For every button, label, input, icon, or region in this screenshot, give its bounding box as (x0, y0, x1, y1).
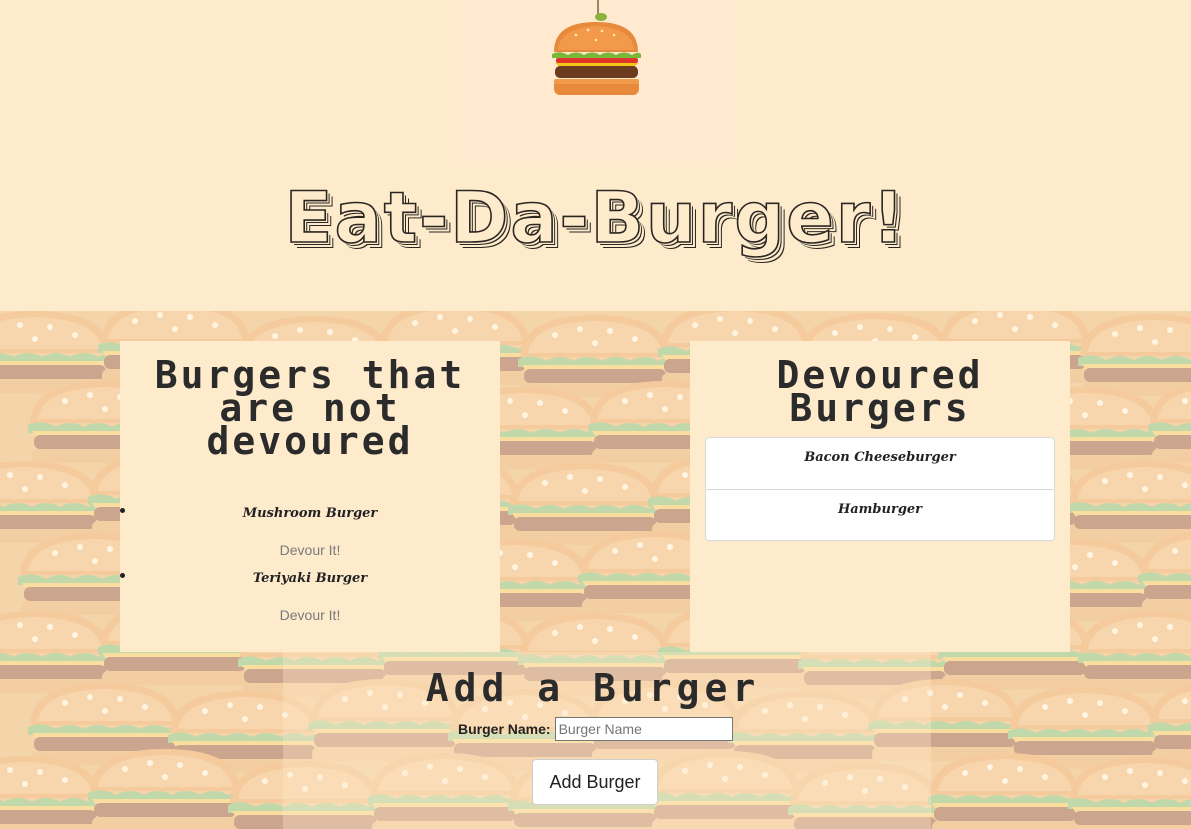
devour-button[interactable]: Devour It! (274, 606, 347, 624)
devoured-list: Bacon Cheeseburger Hamburger (705, 437, 1055, 541)
burger-name: Mushroom Burger (242, 506, 378, 521)
devour-button[interactable]: Devour It! (274, 541, 347, 559)
list-item: Hamburger (706, 489, 1054, 540)
list-item: Teriyaki Burger Devour It! (120, 566, 500, 631)
burger-name-row: Burger Name: (458, 716, 733, 742)
add-burger-heading: Add a Burger (425, 666, 761, 710)
site-title: Eat-Da-Burger! (284, 176, 907, 260)
undevoured-heading: Burgers that are not devoured (154, 353, 466, 463)
undevoured-panel: Burgers that are not devoured Mushroom B… (120, 341, 500, 652)
list-item: Mushroom Burger Devour It! (120, 501, 500, 566)
burger-icon (552, 0, 641, 95)
undevoured-list: Mushroom Burger Devour It! Teriyaki Burg… (120, 501, 500, 631)
add-burger-button[interactable]: Add Burger (532, 759, 658, 805)
header: Eat-Da-Burger! (0, 0, 1191, 311)
bullet-icon (120, 573, 125, 578)
burger-name-input[interactable] (554, 717, 733, 741)
bullet-icon (120, 508, 125, 513)
list-item: Bacon Cheeseburger (804, 450, 956, 465)
devoured-heading: Devoured Burgers (776, 353, 984, 430)
add-burger-form: Add a Burger Burger Name: Add Burger (283, 652, 931, 829)
devoured-panel: Devoured Burgers Bacon Cheeseburger Hamb… (690, 341, 1070, 652)
burger-name: Teriyaki Burger (252, 571, 368, 586)
burger-name-label: Burger Name: (458, 721, 551, 737)
